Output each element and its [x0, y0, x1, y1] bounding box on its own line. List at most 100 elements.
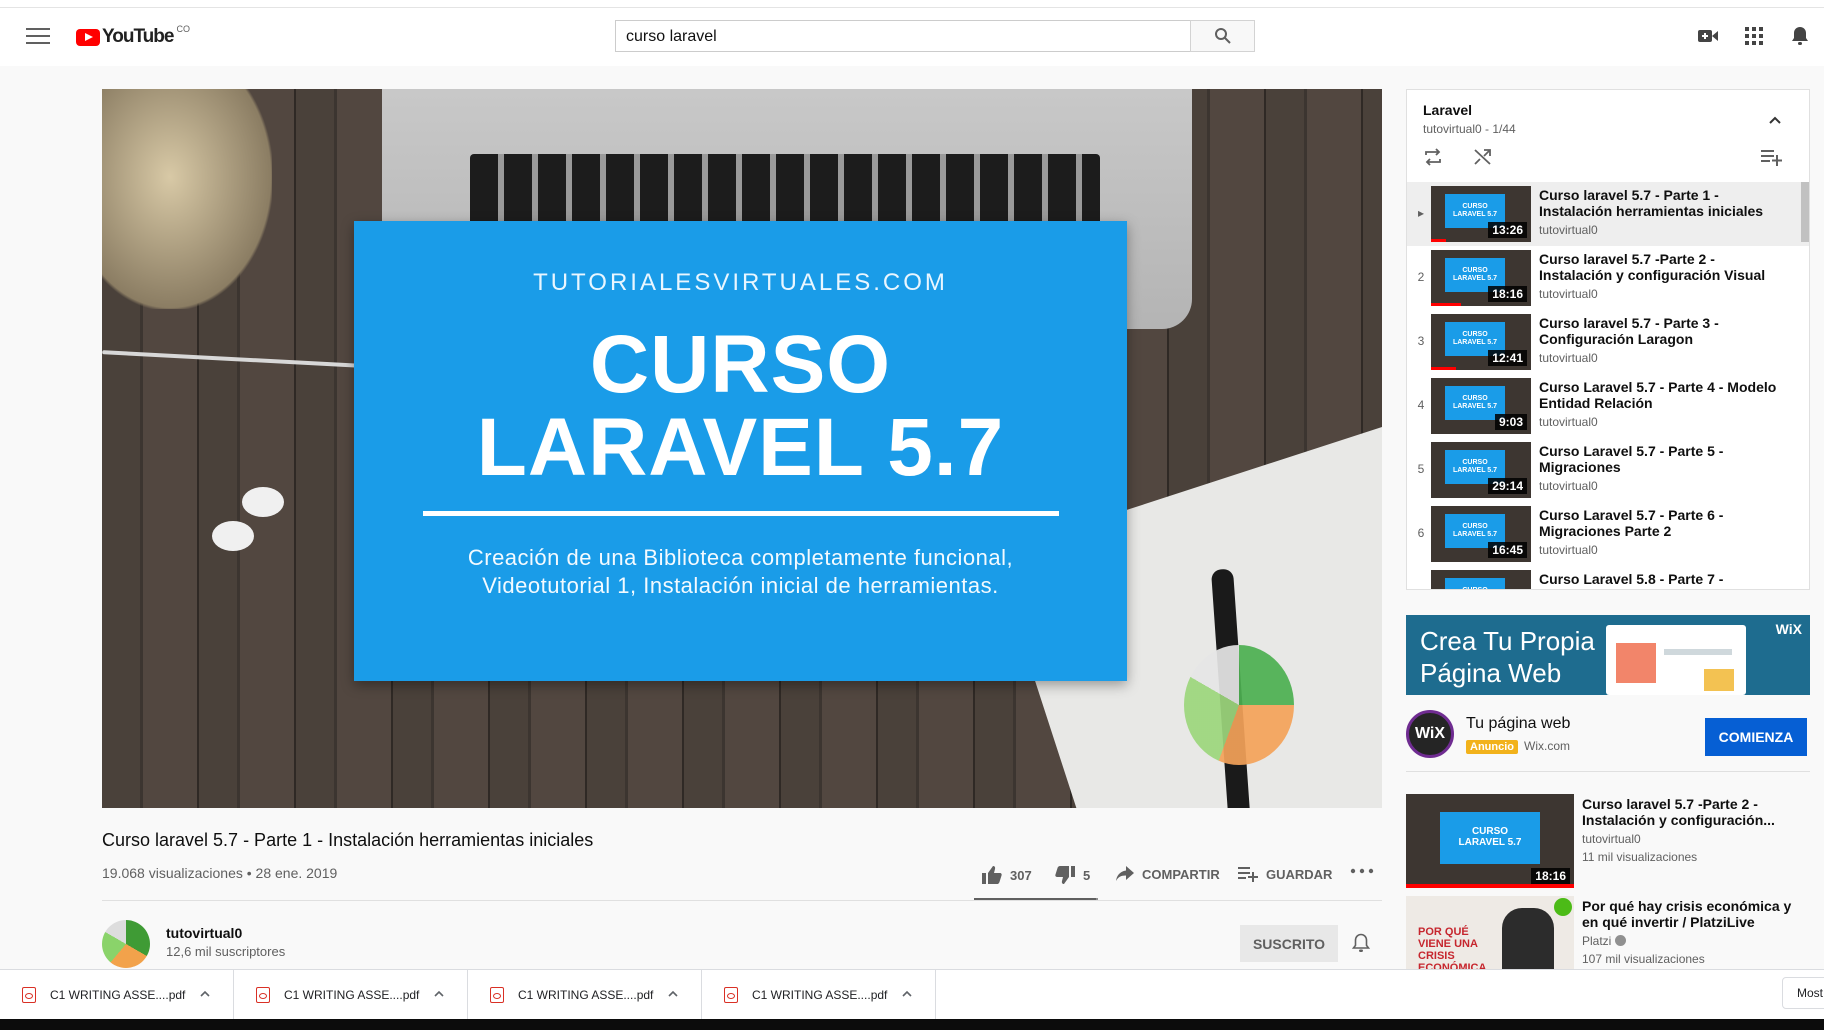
download-item[interactable]: C1 WRITING ASSE....pdf: [702, 970, 936, 1020]
notifications-bell-icon[interactable]: [1790, 26, 1810, 46]
thumbnail-card: CURSOLARAVEL 5.7: [1440, 812, 1540, 864]
thumbnail-cup: [102, 89, 272, 309]
channel-avatar[interactable]: [102, 920, 150, 968]
pdf-file-icon: [490, 987, 504, 1003]
playlist-item-title[interactable]: Curso Laravel 5.8 - Parte 7 - Actualizan…: [1539, 571, 1789, 589]
playlist-item-index: ▸: [1417, 206, 1425, 220]
recommendation-title[interactable]: Por qué hay crisis económica y en qué in…: [1582, 898, 1802, 930]
search-input[interactable]: curso laravel: [615, 20, 1191, 52]
show-all-downloads-button[interactable]: Most: [1782, 977, 1824, 1009]
video-duration: 29:14: [1488, 478, 1527, 494]
video-duration: 16:45: [1488, 542, 1527, 558]
playlist-item-thumbnail[interactable]: CURSO LARAVEL 5.7 16:45: [1431, 506, 1531, 562]
search-button[interactable]: [1190, 20, 1255, 52]
save-playlist-icon[interactable]: [1761, 148, 1783, 171]
ad-banner[interactable]: Crea Tu Propia Página Web WiX: [1406, 615, 1810, 695]
create-video-icon[interactable]: [1698, 26, 1718, 46]
channel-notifications-bell-icon[interactable]: [1351, 933, 1372, 953]
youtube-logo[interactable]: YouTube CO: [76, 24, 190, 48]
channel-name[interactable]: tutovirtual0: [166, 925, 242, 941]
playlist-item-thumbnail[interactable]: CURSOLARAVEL 5.7: [1431, 570, 1531, 589]
download-options-chevron-icon[interactable]: [667, 988, 679, 1000]
download-shelf: C1 WRITING ASSE....pdf C1 WRITING ASSE...…: [0, 969, 1824, 1020]
recommendation-channel[interactable]: Platzi: [1582, 934, 1626, 948]
playlist-item-thumbnail[interactable]: CURSO LARAVEL 5.7 9:03: [1431, 378, 1531, 434]
ad-cta-button[interactable]: COMIENZA: [1705, 718, 1807, 756]
playlist-item-channel: tutovirtual0: [1539, 351, 1598, 365]
video-duration: 12:41: [1488, 350, 1527, 366]
playlist-item-thumbnail[interactable]: CURSO LARAVEL 5.7 12:41: [1431, 314, 1531, 370]
country-code: CO: [176, 24, 190, 34]
loop-playlist-icon[interactable]: [1423, 148, 1443, 171]
playlist-item[interactable]: 3 CURSO LARAVEL 5.7 12:41 Curso laravel 5.7 …: [1407, 310, 1809, 374]
pdf-file-icon: [724, 987, 738, 1003]
advertiser-logo[interactable]: WiX: [1406, 710, 1454, 758]
ad-website-mockup: [1606, 625, 1746, 695]
playlist-item[interactable]: 4 CURSO LARAVEL 5.7 9:03 Curso Laravel 5.7 -…: [1407, 374, 1809, 438]
recommendation-channel[interactable]: tutovirtual0: [1582, 832, 1641, 846]
playlist-item[interactable]: 6 CURSO LARAVEL 5.7 16:45 Curso Laravel 5.7 …: [1407, 502, 1809, 566]
playlist-add-icon: [1238, 867, 1258, 882]
pdf-file-icon: [22, 987, 36, 1003]
more-actions-icon[interactable]: [1350, 868, 1382, 874]
download-item[interactable]: C1 WRITING ASSE....pdf: [468, 970, 702, 1020]
download-filename: C1 WRITING ASSE....pdf: [50, 988, 186, 1002]
playlist-item-thumbnail[interactable]: CURSO LARAVEL 5.7 29:14: [1431, 442, 1531, 498]
playlist-item-index: 6: [1417, 526, 1425, 540]
apps-grid-icon[interactable]: [1744, 26, 1764, 46]
download-item[interactable]: C1 WRITING ASSE....pdf: [234, 970, 468, 1020]
ad-divider: [1406, 771, 1810, 772]
playlist-item-channel: tutovirtual0: [1539, 415, 1598, 429]
collapse-chevron-up-icon[interactable]: [1767, 112, 1783, 128]
search-icon: [1214, 28, 1231, 44]
info-divider: [102, 900, 1382, 901]
playlist-item-thumbnail[interactable]: CURSO LARAVEL 5.7 18:16: [1431, 250, 1531, 306]
ad-title[interactable]: Tu página web: [1466, 715, 1570, 733]
share-button[interactable]: COMPARTIR: [1116, 866, 1220, 882]
download-item[interactable]: C1 WRITING ASSE....pdf: [0, 970, 234, 1020]
recommendation-item[interactable]: CURSO LARAVEL 5.7 18:16 Curso laravel 5.7…: [1406, 794, 1810, 888]
recommendation-thumbnail[interactable]: CURSO LARAVEL 5.7 18:16: [1406, 794, 1574, 888]
playlist-item-title[interactable]: Curso laravel 5.7 - Parte 1 - Instalació…: [1539, 187, 1789, 219]
download-options-chevron-icon[interactable]: [433, 988, 445, 1000]
playlist-item[interactable]: ▸ CURSO LARAVEL 5.7 13:26 Curso laravel 5.7 …: [1407, 182, 1809, 246]
playlist-item-channel: tutovirtual0: [1539, 287, 1598, 301]
recommendation-views: 11 mil visualizaciones: [1582, 850, 1698, 864]
playlist-item-title[interactable]: Curso laravel 5.7 -Parte 2 - Instalación…: [1539, 251, 1789, 283]
ad-banner-brand: WiX: [1775, 621, 1802, 637]
playlist-scrollbar[interactable]: [1801, 182, 1809, 242]
recommendation-item[interactable]: POR QUÉ VIENE UNA CRISIS ECONÓMICA Por q…: [1406, 896, 1810, 969]
recommendation-thumbnail[interactable]: POR QUÉ VIENE UNA CRISIS ECONÓMICA: [1406, 896, 1574, 969]
playlist-item-index: 5: [1417, 462, 1425, 476]
video-duration: 9:03: [1494, 414, 1527, 430]
shuffle-icon[interactable]: [1473, 148, 1493, 171]
recommendation-views: 107 mil visualizaciones: [1582, 952, 1705, 966]
recommendation-title[interactable]: Curso laravel 5.7 -Parte 2 - Instalación…: [1582, 796, 1802, 828]
playlist-item[interactable]: CURSOLARAVEL 5.7 Curso Laravel 5.8 - Part…: [1407, 566, 1809, 589]
subscribed-button[interactable]: SUSCRITO: [1240, 925, 1338, 962]
download-options-chevron-icon[interactable]: [199, 988, 211, 1000]
ad-banner-headline: Crea Tu Propia Página Web: [1420, 626, 1595, 688]
playlist-item-index: 4: [1417, 398, 1425, 412]
playlist-item-thumbnail[interactable]: CURSO LARAVEL 5.7 13:26: [1431, 186, 1531, 242]
channel-watermark-logo: [1184, 645, 1294, 765]
playlist-item-index: 2: [1417, 270, 1425, 284]
like-button[interactable]: 307: [982, 866, 1032, 884]
playlist-item[interactable]: 2 CURSO LARAVEL 5.7 18:16 Curso laravel 5.7 …: [1407, 246, 1809, 310]
playlist-item-title[interactable]: Curso Laravel 5.7 - Parte 6 - Migracione…: [1539, 507, 1789, 539]
hamburger-menu-icon[interactable]: [26, 28, 50, 46]
playlist-item-title[interactable]: Curso Laravel 5.7 - Parte 4 - Modelo Ent…: [1539, 379, 1789, 411]
dislike-button[interactable]: 5: [1055, 866, 1090, 884]
playlist-item-title[interactable]: Curso laravel 5.7 - Parte 3 - Configurac…: [1539, 315, 1789, 347]
playlist-item-channel: tutovirtual0: [1539, 223, 1598, 237]
video-duration: 18:16: [1531, 868, 1570, 884]
playlist-title[interactable]: Laravel: [1423, 102, 1472, 118]
video-player[interactable]: TUTORIALESVIRTUALES.COM CURSO LARAVEL 5.…: [102, 89, 1382, 808]
playlist-item[interactable]: 5 CURSO LARAVEL 5.7 29:14 Curso Laravel 5.7 …: [1407, 438, 1809, 502]
ad-domain: Wix.com: [1524, 739, 1570, 753]
playlist-item-index: 3: [1417, 334, 1425, 348]
download-options-chevron-icon[interactable]: [901, 988, 913, 1000]
save-button[interactable]: GUARDAR: [1238, 866, 1332, 882]
playlist-item-title[interactable]: Curso Laravel 5.7 - Parte 5 - Migracione…: [1539, 443, 1789, 475]
dislike-count: 5: [1083, 867, 1091, 883]
